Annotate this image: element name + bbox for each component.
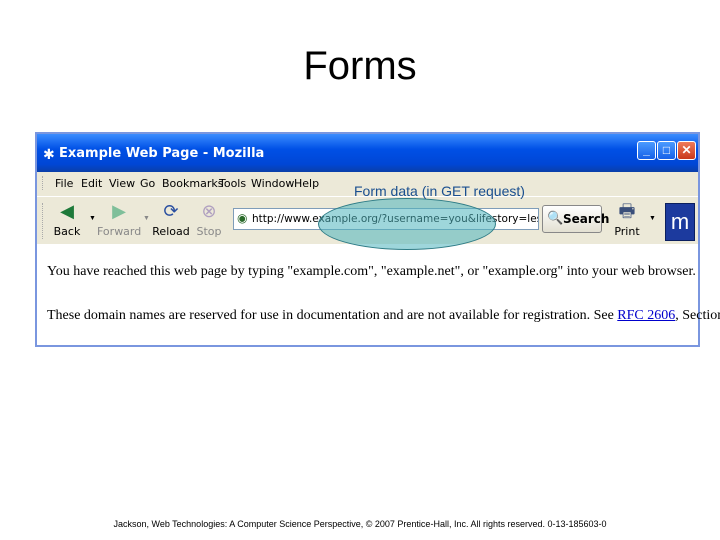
mozilla-throbber-logo[interactable]: m <box>665 203 695 241</box>
minimize-button[interactable]: _ <box>637 141 656 160</box>
stop-button[interactable]: ⊗ Stop <box>187 201 231 238</box>
menu-window[interactable]: Window <box>251 177 294 190</box>
forward-arrow-icon: ▶ <box>112 201 126 222</box>
menu-help[interactable]: Help <box>294 177 319 190</box>
maximize-button[interactable]: □ <box>657 141 676 160</box>
mozilla-app-icon: ✱ <box>43 146 55 162</box>
back-arrow-icon: ◀ <box>60 201 74 222</box>
stop-icon: ⊗ <box>201 201 217 222</box>
forward-button[interactable]: ▶ Forward <box>97 201 141 238</box>
menu-tools[interactable]: Tools <box>219 177 246 190</box>
page-text-line-1: You have reached this web page by typing… <box>47 264 696 279</box>
page-content: You have reached this web page by typing… <box>37 244 720 345</box>
menu-go[interactable]: Go <box>140 177 155 190</box>
close-button[interactable]: ✕ <box>677 141 696 160</box>
slide-title: Forms <box>303 44 417 88</box>
printer-icon: 🖶 <box>618 201 636 222</box>
back-dropdown-icon[interactable]: ▼ <box>89 215 96 222</box>
print-dropdown-icon[interactable]: ▼ <box>649 215 656 222</box>
back-button[interactable]: ◀ Back <box>45 201 89 238</box>
menubar-grip[interactable] <box>42 176 46 190</box>
slide-footer: Jackson, Web Technologies: A Computer Sc… <box>113 519 607 529</box>
form-data-highlight <box>318 198 496 250</box>
search-icon: 🔍 <box>547 211 564 226</box>
menu-bookmarks[interactable]: Bookmarks <box>162 177 223 190</box>
menu-file[interactable]: File <box>55 177 73 190</box>
menu-edit[interactable]: Edit <box>81 177 102 190</box>
search-button[interactable]: 🔍 Search <box>542 205 609 233</box>
rfc-2606-link[interactable]: RFC 2606 <box>617 308 675 323</box>
annotation-label: Form data (in GET request) <box>354 183 525 199</box>
menu-view[interactable]: View <box>109 177 135 190</box>
title-bar[interactable]: ✱ Example Web Page - Mozilla _ □ ✕ <box>37 134 698 172</box>
page-text-line-2: These domain names are reserved for use … <box>47 308 720 323</box>
window-title: Example Web Page - Mozilla <box>59 146 265 161</box>
print-button[interactable]: 🖶 Print <box>605 201 649 238</box>
page-icon: ◉ <box>237 211 248 225</box>
